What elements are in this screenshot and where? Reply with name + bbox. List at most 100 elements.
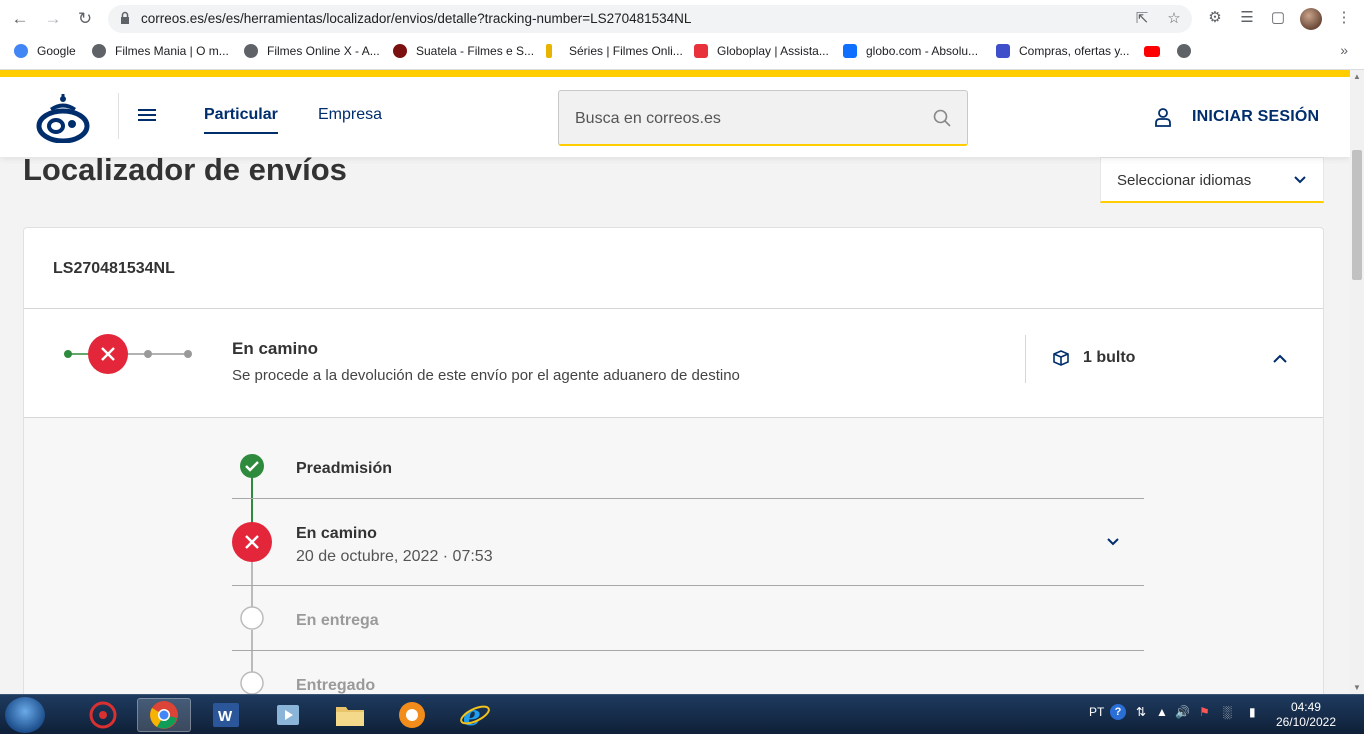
start-button[interactable] — [5, 697, 45, 733]
globe-icon — [92, 44, 106, 58]
step-date: 20 de octubre, 2022 · 07:53 — [296, 548, 493, 565]
timeline-panel: Preadmisión En camino 20 de octubre, 202… — [24, 418, 1323, 694]
language-select[interactable]: Seleccionar idiomas — [1100, 157, 1324, 203]
bookmark-item[interactable] — [1144, 42, 1169, 60]
outlook-icon — [996, 44, 1010, 58]
profile-avatar[interactable] — [1300, 8, 1322, 30]
internet-explorer-app-icon[interactable]: e — [448, 698, 502, 732]
progress-indicator — [64, 334, 192, 374]
bookmark-item[interactable]: Globoplay | Assista... — [694, 42, 829, 60]
login-button[interactable]: INICIAR SESIÓN — [1154, 107, 1319, 127]
lock-icon — [121, 11, 129, 24]
media-control-icon[interactable]: ☰ — [1237, 8, 1257, 28]
clock-date: 26/10/2022 — [1275, 715, 1336, 729]
search-icon[interactable] — [933, 109, 951, 127]
step-separator — [232, 585, 1144, 586]
suatela-icon — [393, 44, 407, 58]
step-title: En entrega — [296, 612, 379, 629]
globe-icon — [244, 44, 258, 58]
network-tray-icon[interactable]: ⇅ — [1136, 705, 1146, 719]
chevron-up-icon[interactable] — [1272, 352, 1288, 366]
help-icon[interactable]: ? — [1110, 704, 1126, 720]
check-circle-icon — [240, 454, 264, 478]
status-description: Se procede a la devolución de este envío… — [232, 367, 740, 384]
bookmark-item[interactable]: globo.com - Absolu... — [843, 42, 978, 60]
menu-icon[interactable] — [138, 109, 156, 123]
bookmark-item[interactable]: Google — [14, 42, 76, 60]
status-title: En camino — [232, 339, 318, 358]
chrome-app-icon[interactable] — [137, 698, 191, 732]
step-title: En camino — [296, 525, 377, 542]
chevron-down-icon — [1294, 176, 1306, 184]
back-arrow-icon[interactable]: ← — [8, 8, 32, 30]
globo-icon — [843, 44, 857, 58]
tracking-number: LS270481534NL — [53, 260, 175, 277]
step-title: Entregado — [296, 677, 376, 694]
packages-label: 1 bulto — [1083, 349, 1136, 366]
bookmark-star-icon[interactable]: ☆ — [1164, 9, 1184, 29]
browser-chrome: ← → ↻ correos.es/es/es/herramientas/loca… — [0, 0, 1364, 70]
page-title: Localizador de envíos — [23, 152, 347, 187]
card-divider — [24, 308, 1323, 309]
bookmark-item[interactable]: Suatela - Filmes e S... — [393, 42, 534, 60]
bookmark-item[interactable]: Compras, ofertas y... — [996, 42, 1129, 60]
url-text[interactable]: correos.es/es/es/herramientas/localizado… — [141, 11, 691, 26]
avast-app-icon[interactable] — [385, 698, 439, 732]
taskbar: W e PT ? ⇅ ▲ 🔊 ⚑ ░ ▮ 04:49 26/10/2022 — [0, 694, 1364, 734]
side-panel-icon[interactable]: ▢ — [1268, 8, 1288, 28]
flag-icon[interactable]: ⚑ — [1199, 705, 1210, 719]
search-input[interactable]: Busca en correos.es — [558, 90, 968, 146]
error-circle-icon — [232, 522, 272, 562]
pending-circle-icon — [240, 606, 264, 630]
share-icon[interactable]: ⇱ — [1132, 9, 1152, 29]
search-placeholder: Busca en correos.es — [575, 110, 721, 127]
svg-text:W: W — [218, 708, 233, 725]
system-clock[interactable]: 04:49 26/10/2022 — [1276, 700, 1336, 730]
battery-icon[interactable]: ▮ — [1249, 705, 1256, 719]
bookmark-item[interactable] — [1177, 42, 1200, 60]
correos-logo-icon[interactable] — [36, 93, 90, 143]
series-icon — [546, 44, 552, 58]
volume-icon[interactable]: 🔊 — [1175, 705, 1190, 719]
brand-stripe — [0, 70, 1350, 77]
more-menu-icon[interactable]: ⋮ — [1334, 8, 1354, 28]
user-icon — [1155, 108, 1171, 127]
status-divider — [1025, 335, 1026, 383]
bookmarks-overflow-icon[interactable]: » — [1340, 42, 1348, 58]
login-label: INICIAR SESIÓN — [1192, 108, 1320, 125]
bookmark-item[interactable]: Séries | Filmes Onli... — [546, 42, 683, 60]
globe-icon — [1177, 44, 1191, 58]
antivirus-app-icon[interactable] — [76, 698, 130, 732]
tab-particular[interactable]: Particular — [204, 106, 278, 134]
media-player-app-icon[interactable] — [261, 698, 315, 732]
shipment-card: LS270481534NL En camino Se procede a la … — [23, 227, 1324, 694]
chevron-down-icon[interactable] — [1106, 537, 1120, 547]
extensions-icon[interactable]: ⚙ — [1205, 8, 1225, 28]
word-app-icon[interactable]: W — [199, 698, 253, 732]
site-header: Particular Empresa Busca en correos.es I… — [0, 77, 1350, 157]
clock-time: 04:49 — [1290, 700, 1321, 714]
step-separator — [232, 650, 1144, 651]
show-hidden-icons[interactable]: ▲ — [1156, 705, 1168, 719]
packages-count: 1 bulto — [1052, 349, 1135, 367]
scroll-up-icon[interactable]: ▲ — [1353, 72, 1361, 81]
page-scrollbar[interactable]: ▲ ▼ — [1350, 70, 1364, 694]
package-icon — [1053, 350, 1069, 366]
file-explorer-app-icon[interactable] — [323, 698, 377, 732]
scroll-down-icon[interactable]: ▼ — [1353, 683, 1361, 692]
scrollbar-thumb[interactable] — [1352, 150, 1362, 280]
bookmark-item[interactable]: Filmes Online X - A... — [244, 42, 380, 60]
signal-icon[interactable]: ░ — [1223, 705, 1232, 719]
header-divider — [118, 93, 119, 139]
address-bar[interactable]: correos.es/es/es/herramientas/localizado… — [108, 5, 1192, 33]
tab-empresa[interactable]: Empresa — [318, 106, 382, 124]
globoplay-icon — [694, 44, 708, 58]
bookmark-item[interactable]: Filmes Mania | O m... — [92, 42, 229, 60]
reload-icon[interactable]: ↻ — [73, 8, 97, 30]
pending-circle-icon — [240, 671, 264, 694]
google-icon — [14, 44, 28, 58]
forward-arrow-icon[interactable]: → — [41, 8, 65, 30]
page-content: Particular Empresa Busca en correos.es I… — [0, 77, 1350, 694]
step-title: Preadmisión — [296, 460, 393, 477]
language-indicator[interactable]: PT — [1089, 705, 1104, 719]
